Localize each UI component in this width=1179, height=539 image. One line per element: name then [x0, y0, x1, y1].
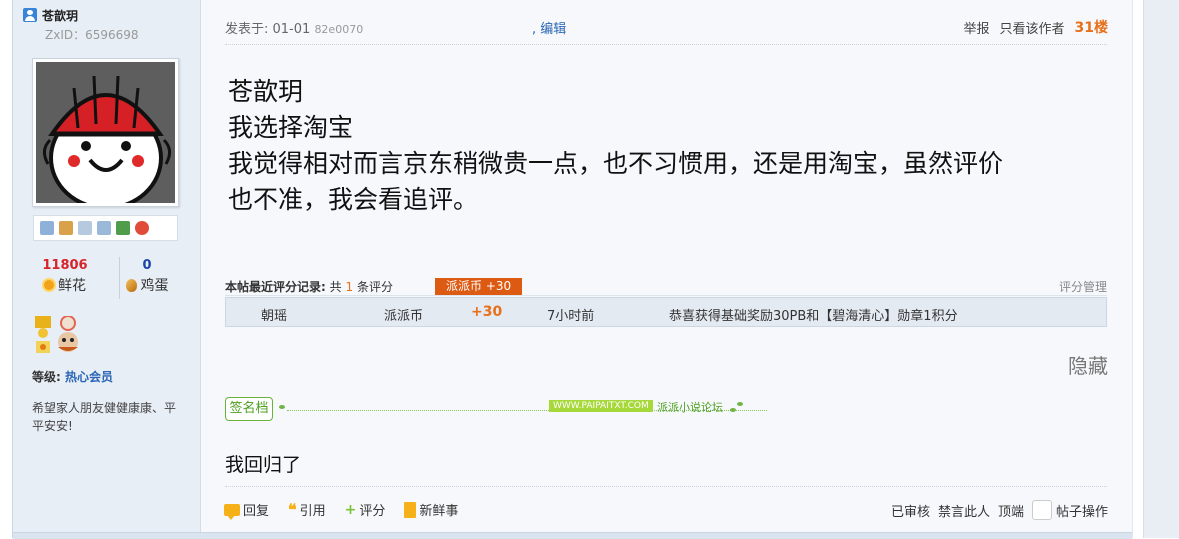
rating-header: 本帖最近评分记录: 共 1 条评分 派派币 +30 评分管理 [225, 278, 1107, 295]
rating-row: 朝瑶 派派币 +30 7小时前 恭喜获得基础奖励30PB和【碧海清心】勋章1积分 [225, 297, 1107, 327]
reply-icon [224, 503, 240, 520]
reply-button[interactable]: 回复 [224, 500, 270, 520]
news-icon [404, 501, 417, 518]
signature-url[interactable]: WWW.PAIPAITXT.COM [549, 400, 653, 412]
rating-count: 1 [345, 280, 354, 294]
content-line: 我选择淘宝 [228, 113, 354, 142]
cartoon-face-icon [36, 62, 175, 203]
post-actions: 回复 ❝ 引用 + 评分 新鲜事 [224, 500, 458, 520]
flowers-stat[interactable]: 11806 鲜花 [25, 258, 105, 295]
signature-tag: 签名档 [225, 397, 273, 421]
post-top-actions: 举报 只看该作者 31楼 [963, 17, 1108, 37]
rate-label: 评分 [359, 504, 386, 519]
egg-icon [125, 278, 137, 292]
content-line: 我觉得相对而言京东稍微贵一点，也不习惯用，还是用淘宝，虽然评价 [228, 149, 1004, 178]
rating-score: +30 [471, 304, 503, 320]
profile-icon[interactable] [78, 221, 92, 235]
post-ops-checkbox[interactable] [1031, 500, 1052, 520]
contact-icons [33, 215, 178, 241]
avatar[interactable] [32, 58, 179, 207]
content-line: 苍歆玥 [228, 77, 304, 106]
rating-title: 本帖最近评分记录: [225, 280, 326, 294]
footer-divider [225, 486, 1107, 487]
leaf-icon [279, 405, 285, 409]
post-content: 苍歆玥 我选择淘宝 我觉得相对而言京东稍微贵一点，也不习惯用，还是用淘宝，虽然评… [228, 74, 1108, 218]
flowers-label-row: 鲜花 [25, 275, 105, 295]
medal-icon[interactable] [35, 315, 95, 354]
news-label: 新鲜事 [419, 504, 459, 519]
post-ops-link[interactable]: 帖子操作 [1056, 501, 1108, 520]
rate-button[interactable]: + 评分 [344, 500, 386, 520]
blog-icon[interactable] [97, 221, 111, 235]
signature-site-name: 派派小说论坛 [657, 401, 723, 414]
edit-link[interactable]: , 编辑 [532, 18, 566, 37]
flowers-count: 11806 [42, 258, 88, 273]
only-author-link[interactable]: 只看该作者 [1000, 18, 1065, 37]
leaf-icon [730, 408, 736, 412]
rating-currency: 派派币 [384, 309, 424, 324]
right-scroll-area [1143, 0, 1179, 538]
add-friend-icon[interactable] [59, 221, 73, 235]
rating-divider [225, 295, 1107, 296]
eggs-label: 鸡蛋 [140, 278, 169, 294]
rating-time: 7小时前 [547, 309, 595, 324]
user-motto: 希望家人朋友健健康康、平平安安! [32, 401, 177, 433]
moderation-actions: 已审核 禁言此人 顶端 帖子操作 [891, 500, 1108, 520]
post-date: 发表于: 01-01 [225, 22, 311, 37]
username[interactable]: 苍歆玥 [42, 7, 78, 24]
user-level: 等级: 热心会员 [32, 368, 113, 385]
eggs-label-row: 鸡蛋 [107, 275, 187, 295]
reviewed-status: 已审核 [890, 504, 930, 520]
rating-manage-link[interactable]: 评分管理 [1059, 278, 1107, 295]
rating-count-suffix: 条评分 [356, 280, 393, 294]
rating-badge: 派派币 +30 [435, 278, 523, 295]
user-id: ZxID：6596698 [45, 28, 139, 42]
level-label: 等级: [32, 370, 61, 384]
level-value[interactable]: 热心会员 [65, 370, 113, 384]
quote-icon: ❝ [288, 499, 297, 519]
floor-number[interactable]: 31楼 [1075, 17, 1108, 37]
left-margin [0, 0, 12, 538]
qq-icon[interactable] [135, 221, 149, 235]
rating-user[interactable]: 朝瑶 [261, 305, 287, 324]
flower-icon [44, 280, 54, 290]
post-hash: 82e0070 [314, 23, 364, 36]
mail-icon[interactable] [40, 221, 54, 235]
quote-label: 引用 [299, 504, 326, 519]
flowers-label: 鲜花 [58, 278, 86, 294]
hide-link[interactable]: 隐藏 [1068, 350, 1108, 379]
quote-button[interactable]: ❝ 引用 [288, 500, 326, 519]
avatar-image [36, 62, 175, 203]
right-gap [1132, 0, 1143, 538]
ban-user-link[interactable]: 禁言此人 [938, 501, 990, 520]
reply-label: 回复 [243, 504, 270, 519]
report-link[interactable]: 举报 [963, 18, 989, 37]
user-sidebar: 苍歆玥 ZxID：6596698 11806 鲜花 0 鸡蛋 等级: 热心会员 … [13, 0, 201, 532]
user-icon [23, 8, 37, 22]
signature-text: 我回归了 [225, 454, 302, 476]
rating-count-prefix: 共 [329, 280, 342, 294]
username-row[interactable]: 苍歆玥 [23, 7, 78, 23]
leaf-icon [737, 402, 743, 406]
signature-banner: 签名档 WWW.PAIPAITXT.COM 派派小说论坛 [225, 396, 775, 422]
rate-icon: + [344, 501, 357, 518]
eggs-count: 0 [142, 258, 152, 273]
gift-icon[interactable] [116, 221, 130, 235]
news-button[interactable]: 新鲜事 [404, 500, 458, 519]
medals [35, 315, 95, 354]
eggs-stat[interactable]: 0 鸡蛋 [107, 258, 187, 295]
header-divider [225, 44, 1107, 45]
content-line: 也不准，我会看追评。 [228, 185, 479, 214]
rating-reason: 恭喜获得基础奖励30PB和【碧海清心】勋章1积分 [669, 309, 958, 324]
back-to-top-link[interactable]: 顶端 [998, 501, 1024, 520]
post-meta: 发表于: 01-01 82e0070 [225, 18, 363, 37]
